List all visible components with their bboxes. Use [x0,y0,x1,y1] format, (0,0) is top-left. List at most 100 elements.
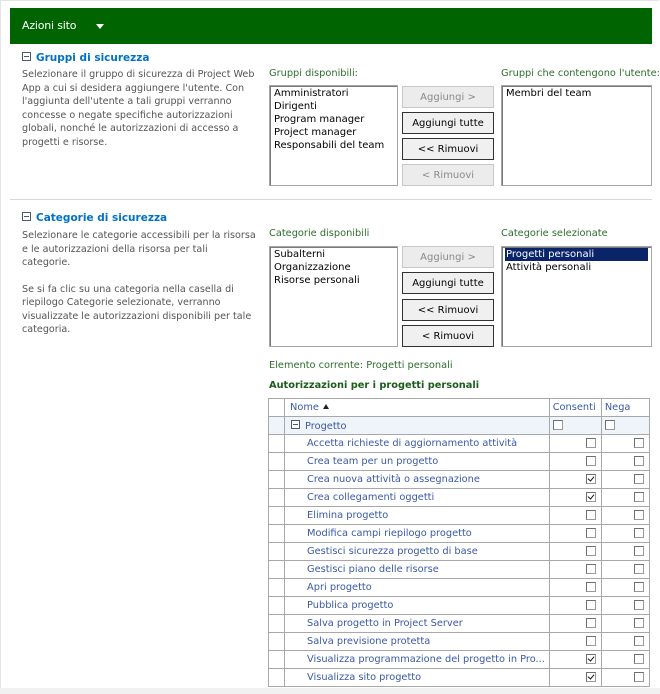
allow-checkbox[interactable] [585,618,596,628]
deny-checkbox[interactable] [634,474,644,484]
deny-checkbox[interactable] [634,600,644,610]
deny-checkbox[interactable] [634,546,644,556]
allow-checkbox[interactable] [585,456,596,466]
permission-row: Pubblica progetto [267,596,651,615]
allow-checkbox[interactable] [585,492,596,502]
deny-checkbox[interactable] [634,654,644,664]
allow-checkbox[interactable] [585,654,596,664]
available-categories-label: Categorie disponibili [269,228,370,239]
permission-row: Crea nuova attività o assegnazione [267,470,651,489]
deny-checkbox[interactable] [634,636,644,646]
collapse-icon[interactable] [22,212,31,221]
deny-checkbox[interactable] [634,456,644,466]
row-selector [267,524,286,543]
remove-all-categories-button[interactable]: << Rimuovi tutte [402,299,494,336]
row-selector-header [267,398,286,417]
allow-checkbox[interactable] [585,474,596,484]
groups-description: Selezionare il gruppo di sicurezza di Pr… [22,69,255,148]
allow-checkbox[interactable] [585,582,596,592]
remove-all-groups-button[interactable]: << Rimuovi tutte [402,138,494,175]
deny-checkbox[interactable] [634,672,644,682]
list-option[interactable]: Responsabili del team [273,139,394,152]
row-selector [267,452,286,471]
row-selector [267,416,286,435]
permission-name: Crea team per un progetto [284,452,550,471]
row-selector [267,578,286,597]
list-option[interactable]: Attività personali [505,261,648,274]
permission-name: Modifica campi riepilogo progetto [284,524,550,543]
permission-row: Crea team per un progetto [267,452,651,471]
row-selector [267,596,286,615]
selected-groups-label: Gruppi che contengono l'utente: [501,68,660,79]
list-option[interactable]: Subalterni [273,248,394,261]
permission-row: Visualizza programmazione del progetto i… [267,650,651,669]
allow-checkbox[interactable] [585,600,596,610]
available-groups-listbox[interactable]: Amministratori Dirigenti Program manager Pr… [269,85,398,186]
deny-checkbox[interactable] [634,528,644,538]
list-option[interactable]: Dirigenti [273,100,394,113]
remove-category-button[interactable]: < Rimuovi [402,325,494,347]
deny-checkbox[interactable] [634,438,644,448]
selected-groups-listbox[interactable]: Membri del team [501,85,652,186]
list-option[interactable]: Project manager [273,126,394,139]
site-actions-menu[interactable]: Azioni sito [22,19,76,32]
allow-checkbox[interactable] [585,672,596,682]
caret-down-icon[interactable] [96,24,104,29]
current-element-label: Elemento corrente: Progetti personali [269,360,453,371]
permission-name: Visualizza programmazione del progetto i… [284,650,550,669]
collapse-icon[interactable] [291,419,301,429]
grid-header-row: Nome Consenti Nega [267,398,651,417]
add-category-button[interactable]: Aggiungi > [402,246,494,268]
row-selector [267,650,286,669]
available-groups-label: Gruppi disponibili: [269,68,358,79]
available-categories-listbox[interactable]: Subalterni Organizzazione Risorse personal… [269,246,398,347]
groups-section-heading[interactable]: Gruppi di sicurezza [22,52,150,64]
allow-checkbox[interactable] [585,564,596,574]
allow-all-checkbox[interactable] [552,420,563,430]
selected-categories-label: Categorie selezionate [501,228,608,239]
permission-row: Apri progetto [267,578,651,597]
categories-heading-text: Categorie di sicurezza [36,212,168,224]
list-option[interactable]: Risorse personali [273,274,394,287]
column-header-deny[interactable]: Nega [600,398,651,417]
allow-checkbox[interactable] [585,438,596,448]
list-option[interactable]: Amministratori [273,87,394,100]
row-selector [267,506,286,525]
add-all-groups-button[interactable]: Aggiungi tutte >> [402,112,494,149]
deny-checkbox[interactable] [634,618,644,628]
deny-checkbox[interactable] [634,582,644,592]
categories-description: Selezionare le categorie accessibili per… [22,230,256,335]
permission-name: Salva previsione protetta [284,632,550,651]
allow-checkbox[interactable] [585,528,596,538]
bottom-strip [0,688,660,694]
permission-row: Accetta richieste di aggiornamento attiv… [267,434,651,453]
deny-checkbox[interactable] [634,564,644,574]
list-option[interactable]: Organizzazione [273,261,394,274]
column-header-name[interactable]: Nome [284,398,550,417]
categories-section-heading[interactable]: Categorie di sicurezza [22,212,167,224]
collapse-icon[interactable] [22,52,31,61]
column-header-allow[interactable]: Consenti [548,398,602,417]
allow-checkbox[interactable] [585,636,596,646]
allow-checkbox[interactable] [585,510,596,520]
deny-all-checkbox[interactable] [604,420,615,430]
list-option[interactable]: Membri del team [505,87,648,100]
row-selector [267,542,286,561]
add-group-button[interactable]: Aggiungi > [402,86,494,108]
selected-categories-listbox[interactable]: Progetti personali Attività personali [501,246,652,347]
list-option[interactable]: Program manager [273,113,394,126]
group-label[interactable]: Progetto [284,416,550,435]
deny-checkbox[interactable] [634,510,644,520]
permissions-grid: Nome Consenti Nega Progetto Accetta rich… [267,398,651,687]
permission-name: Apri progetto [284,578,550,597]
list-option[interactable]: Progetti personali [505,248,648,261]
permission-row: Crea collegamenti oggetti [267,488,651,507]
deny-checkbox[interactable] [634,492,644,502]
permission-row: Visualizza sito progetto [267,668,651,687]
allow-checkbox[interactable] [585,546,596,556]
remove-group-button[interactable]: < Rimuovi [402,164,494,186]
row-selector [267,560,286,579]
row-selector [267,470,286,489]
groups-heading-text: Gruppi di sicurezza [36,52,150,64]
add-all-categories-button[interactable]: Aggiungi tutte >> [402,272,494,309]
